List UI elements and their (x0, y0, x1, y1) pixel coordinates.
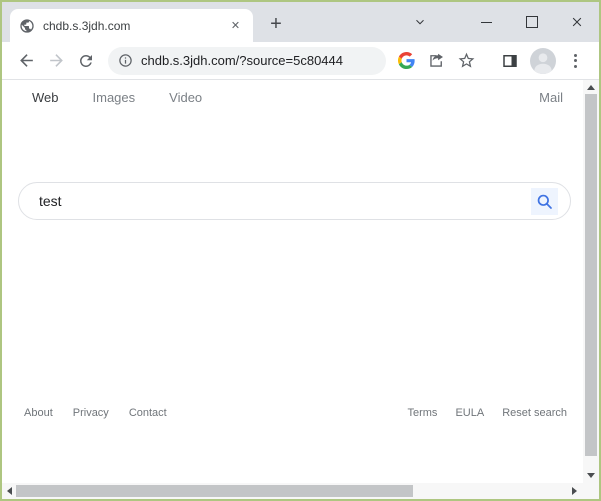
minimize-icon (481, 21, 492, 23)
search-box (18, 182, 571, 220)
nav-tab-web[interactable]: Web (32, 90, 59, 105)
scroll-right-arrow-icon[interactable] (572, 487, 577, 495)
minimize-button[interactable] (464, 2, 509, 42)
vertical-scrollbar[interactable] (583, 80, 599, 483)
footer-link-privacy[interactable]: Privacy (73, 407, 109, 419)
refresh-icon (79, 54, 92, 67)
google-g-icon (397, 52, 415, 69)
footer-left-links: About Privacy Contact (24, 407, 187, 419)
browser-menu-button[interactable] (562, 47, 589, 75)
tab-strip: chdb.s.3jdh.com ✕ + (2, 2, 599, 42)
nav-tab-video[interactable]: Video (169, 90, 202, 105)
search-category-nav: Web Images Video (32, 90, 202, 105)
page-content: Web Images Video Mail About Privacy Cont… (2, 80, 599, 483)
share-button[interactable] (422, 47, 450, 75)
side-panel-button[interactable] (496, 47, 524, 75)
scroll-left-arrow-icon[interactable] (7, 487, 12, 495)
nav-tab-images[interactable]: Images (93, 90, 136, 105)
close-icon (572, 17, 581, 27)
page-footer: About Privacy Contact Terms EULA Reset s… (24, 407, 567, 419)
back-arrow-icon (19, 54, 33, 67)
side-panel-icon (503, 54, 517, 67)
share-icon (429, 53, 443, 67)
refresh-button[interactable] (72, 47, 100, 75)
footer-link-contact[interactable]: Contact (129, 407, 167, 419)
profile-avatar[interactable] (530, 47, 556, 74)
back-button[interactable] (12, 47, 40, 75)
maximize-icon (525, 16, 538, 28)
star-icon (458, 52, 474, 68)
vertical-scrollbar-thumb[interactable] (585, 94, 597, 456)
footer-link-terms[interactable]: Terms (407, 407, 437, 419)
footer-right-links: Terms EULA Reset search (389, 407, 567, 419)
browser-tab[interactable]: chdb.s.3jdh.com ✕ (10, 9, 253, 42)
search-icon (537, 194, 552, 209)
browser-window: chdb.s.3jdh.com ✕ + chdb.s.3jdh.com/?sou… (0, 0, 601, 501)
footer-link-about[interactable]: About (24, 407, 53, 419)
browser-toolbar: chdb.s.3jdh.com/?source=5c80444 (2, 42, 599, 79)
tab-close-icon[interactable]: ✕ (227, 17, 244, 34)
window-controls (397, 2, 599, 42)
horizontal-scrollbar[interactable] (2, 483, 599, 499)
scroll-up-arrow-icon[interactable] (587, 85, 595, 90)
forward-arrow-icon (49, 54, 63, 67)
globe-favicon-icon (20, 18, 34, 33)
footer-link-reset-search[interactable]: Reset search (502, 407, 567, 419)
page-info-icon[interactable] (118, 53, 133, 68)
kebab-dot (574, 59, 577, 62)
maximize-button[interactable] (509, 2, 554, 42)
close-window-button[interactable] (554, 2, 599, 42)
kebab-dot (574, 64, 577, 68)
tab-title: chdb.s.3jdh.com (43, 18, 131, 33)
footer-link-eula[interactable]: EULA (455, 407, 484, 419)
horizontal-scrollbar-thumb[interactable] (16, 485, 413, 497)
person-icon (534, 52, 552, 74)
new-tab-button[interactable]: + (262, 10, 290, 38)
chevron-down-icon[interactable] (397, 2, 442, 42)
forward-button[interactable] (42, 47, 70, 75)
kebab-dot (574, 53, 577, 57)
mail-link[interactable]: Mail (539, 90, 563, 105)
search-input[interactable] (19, 193, 531, 209)
url-text: chdb.s.3jdh.com/?source=5c80444 (141, 53, 343, 68)
bookmark-button[interactable] (452, 47, 480, 75)
scroll-down-arrow-icon[interactable] (587, 473, 595, 478)
address-bar[interactable]: chdb.s.3jdh.com/?source=5c80444 (108, 46, 386, 75)
search-button[interactable] (531, 187, 558, 215)
google-services-button[interactable] (392, 47, 420, 75)
